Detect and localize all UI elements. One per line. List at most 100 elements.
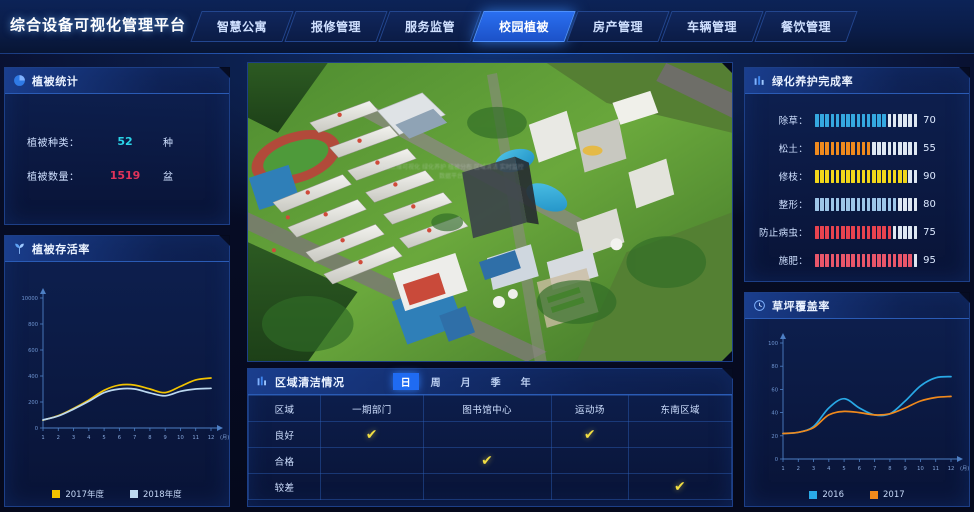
bar-segment	[846, 113, 850, 127]
bar-segment	[825, 141, 829, 155]
period-tab-周[interactable]: 周	[423, 373, 449, 390]
bar-segment	[846, 169, 850, 183]
bar-segment	[877, 253, 881, 267]
nav-tab-label: 报修管理	[310, 20, 361, 34]
bar-segment	[908, 225, 912, 239]
maintenance-bar-label: 松土：	[778, 144, 808, 155]
survival-rate-panel: 植被存活率 10000 800 600 400 200 0 1 2 3 4 5 6 7 8 9 10 11 12(…	[4, 235, 230, 507]
table-body: 良好 ✔ ✔ 合格 ✔ 较差 ✔	[248, 421, 732, 500]
maintenance-bar-label: 施肥：	[778, 256, 808, 267]
nav-tab-0[interactable]: 智慧公寓	[190, 11, 294, 42]
table-row: 较差 ✔	[248, 473, 732, 500]
svg-text:11: 11	[192, 435, 199, 441]
bar-segment	[815, 141, 819, 155]
svg-text:4: 4	[827, 466, 831, 472]
bar-segment	[908, 141, 912, 155]
bar-segment	[835, 225, 840, 239]
stat-value: 1519	[109, 168, 141, 182]
bar-segment	[820, 141, 824, 155]
maintenance-bar-track	[815, 253, 918, 267]
bar-segment	[856, 141, 861, 155]
legend-item[interactable]: 2018年度	[130, 488, 182, 500]
bar-segment	[877, 225, 881, 239]
svg-text:600: 600	[28, 348, 38, 354]
bar-segment	[851, 113, 855, 127]
bar-segment	[903, 253, 907, 267]
bar-segment	[835, 141, 840, 155]
svg-text:12: 12	[948, 466, 955, 472]
corner-decoration	[721, 350, 732, 361]
cleaning-table: 区域 一期部门 图书馆中心 运动场 东南区域 良好 ✔ ✔ 合格 ✔ 较差 ✔	[248, 395, 732, 500]
stat-row: 植被数量： 1519 盆	[5, 158, 229, 192]
bar-segment	[913, 141, 918, 155]
panel-header: 植被统计	[5, 68, 229, 94]
table-cell	[628, 447, 732, 474]
bar-segment	[846, 141, 850, 155]
bar-segment	[856, 253, 861, 267]
svg-text:60: 60	[771, 387, 778, 393]
bar-segment	[908, 197, 912, 211]
bar-segment	[820, 225, 824, 239]
legend-color-key	[870, 491, 878, 499]
nav-tab-6[interactable]: 餐饮管理	[754, 11, 858, 42]
svg-text:3: 3	[72, 435, 75, 441]
maintenance-bar-label: 防止病虫：	[758, 228, 808, 239]
table-cell	[422, 473, 552, 500]
bar-segment	[892, 169, 897, 183]
bar-segment	[835, 197, 840, 211]
bar-segment	[840, 225, 845, 239]
bar-segment	[861, 169, 866, 183]
bar-segment	[861, 225, 866, 239]
legend-item[interactable]: 2017	[870, 490, 905, 500]
bar-segment	[903, 225, 907, 239]
bar-segment	[913, 253, 918, 267]
bar-segment	[877, 197, 881, 211]
bar-segment	[861, 253, 866, 267]
legend-item[interactable]: 2017年度	[52, 488, 104, 500]
bar-segment	[872, 225, 876, 239]
maintenance-bar-row: 防止病虫： 75	[745, 218, 969, 246]
nav-tab-4[interactable]: 房产管理	[566, 11, 670, 42]
nav-tab-3[interactable]: 校园植被	[472, 11, 576, 42]
nav-tab-label: 车辆管理	[686, 20, 737, 34]
bar-segment	[856, 225, 861, 239]
nav-tab-5[interactable]: 车辆管理	[660, 11, 764, 42]
svg-text:0: 0	[35, 426, 38, 432]
period-tab-日[interactable]: 日	[392, 373, 419, 390]
nav-tab-1[interactable]: 报修管理	[284, 11, 388, 42]
check-icon: ✔	[365, 426, 378, 443]
panel-header: 绿化养护完成率	[745, 68, 969, 94]
bar-segment	[820, 253, 824, 267]
bar-segment	[856, 113, 861, 127]
campus-aerial-map[interactable]: 校园三维可视化 绿化养护 植被分布 区域清洁 实时监控 数据平台	[247, 62, 733, 362]
svg-text:10: 10	[177, 435, 184, 441]
period-tab-月[interactable]: 月	[453, 373, 479, 390]
bar-segment	[846, 253, 850, 267]
check-icon: ✔	[481, 452, 494, 469]
main-nav: 智慧公寓 报修管理 服务监管 校园植被 房产管理 车辆管理 餐饮管理	[190, 11, 858, 42]
stat-label: 植被数量：	[27, 171, 80, 183]
area-cleaning-panel: 区域清洁情况 日周月季年 区域 一期部门 图书馆中心 运动场 东南区域 良好 ✔ ✔ 合格 ✔ 较…	[247, 368, 733, 507]
maintenance-bar-track	[815, 141, 918, 155]
svg-text:1: 1	[781, 466, 784, 472]
maintenance-bar-row: 修枝： 90	[745, 162, 969, 190]
survival-line-chart-svg: 1000080060040020001 2 3 4 5 6 7 8 9 10 11 12 (月)	[21, 288, 229, 441]
table-row: 良好 ✔ ✔	[248, 421, 732, 448]
bar-segment	[815, 253, 819, 267]
nav-tab-2[interactable]: 服务监管	[378, 11, 482, 42]
bar-segment	[872, 197, 876, 211]
svg-text:11: 11	[932, 466, 939, 472]
period-tab-年[interactable]: 年	[513, 373, 539, 390]
survival-chart-legend: 2017年度 2018年度	[5, 488, 229, 500]
bar-segment	[815, 197, 819, 211]
bar-segment	[866, 197, 871, 211]
maintenance-bar-track	[815, 169, 918, 183]
legend-color-key	[130, 490, 138, 498]
maintenance-bar-value: 90	[923, 170, 936, 182]
bar-segment	[840, 253, 845, 267]
bar-segment	[877, 141, 881, 155]
legend-item[interactable]: 2016	[809, 490, 844, 500]
bar-segment	[892, 113, 897, 127]
period-tab-季[interactable]: 季	[483, 373, 509, 390]
table-column-header: 一期部门	[320, 395, 424, 422]
